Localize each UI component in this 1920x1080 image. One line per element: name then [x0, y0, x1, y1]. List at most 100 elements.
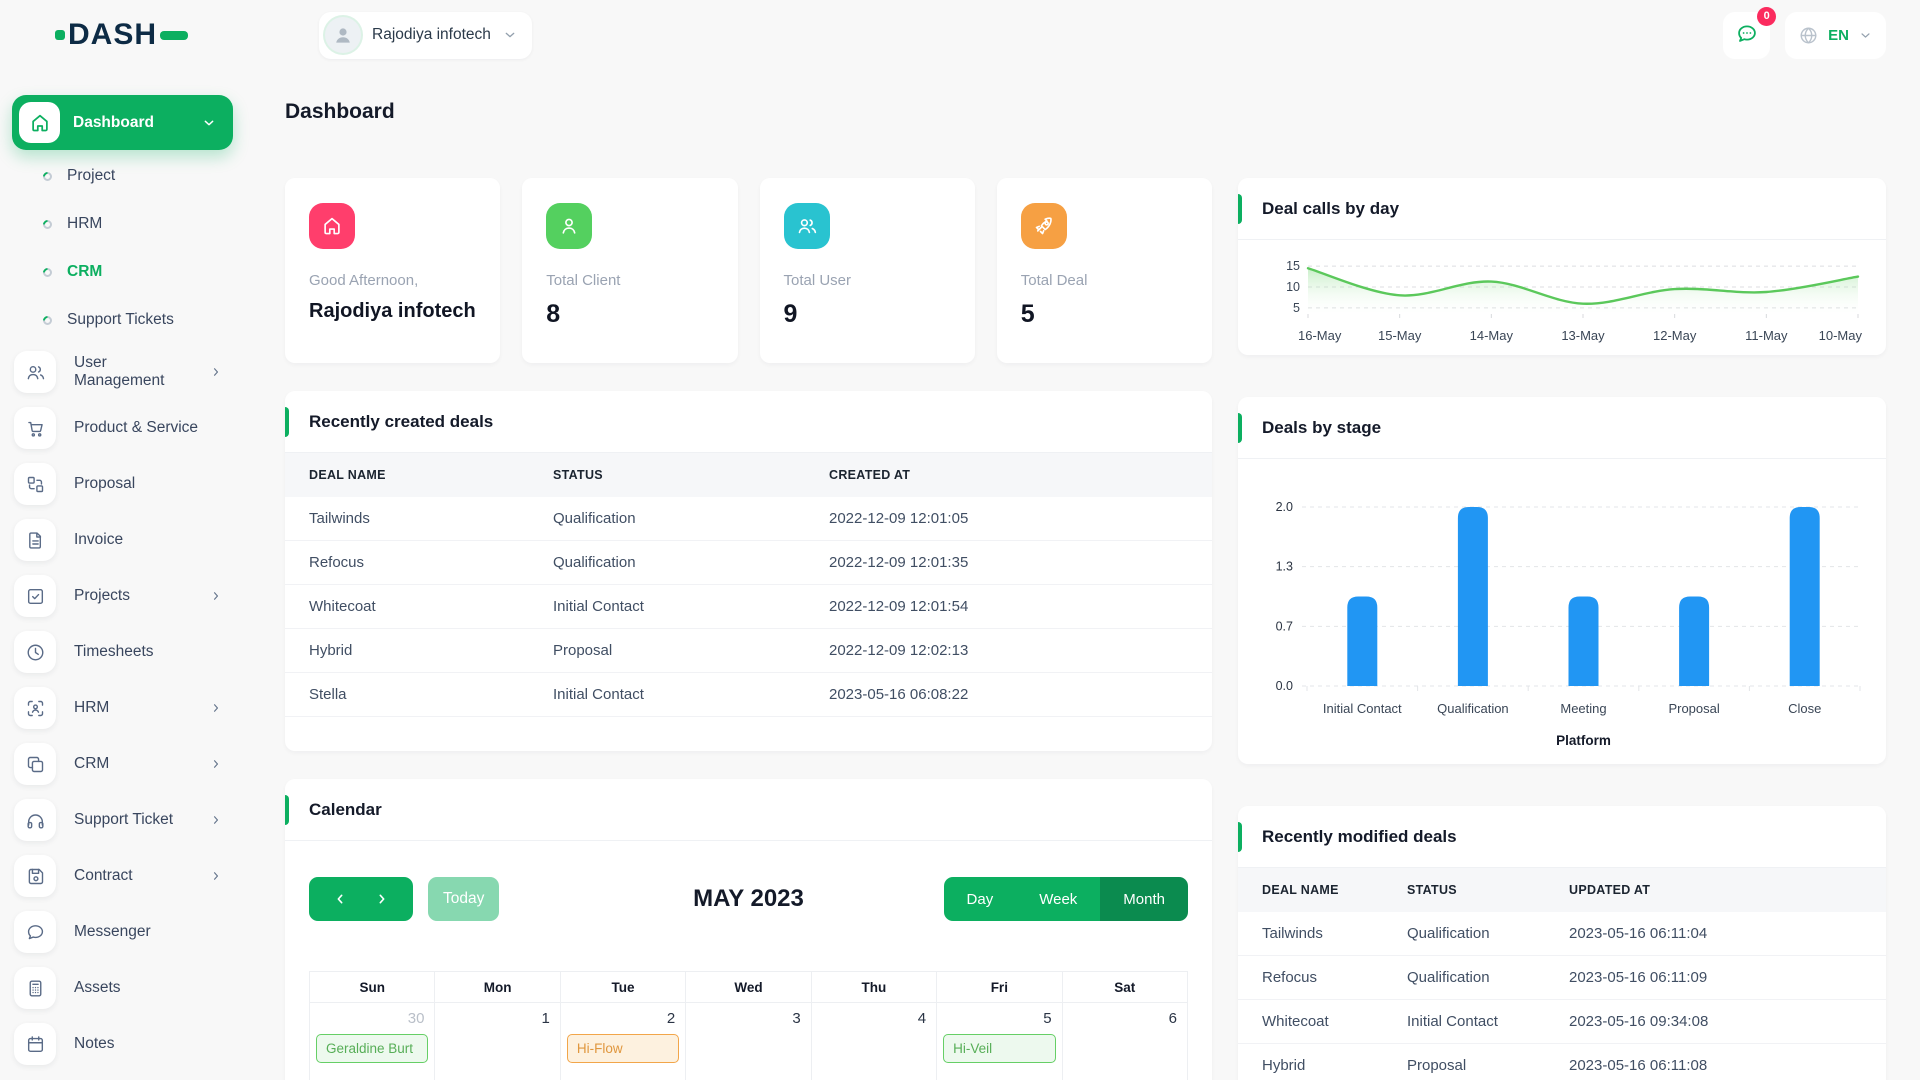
chat-dots-icon	[1737, 25, 1756, 42]
stat-card: Total Client 8	[522, 178, 738, 363]
rocket-icon	[1035, 217, 1052, 235]
calendar-next-button[interactable]	[372, 889, 392, 909]
table-cell: Refocus	[1238, 955, 1383, 1000]
calendar-day-cell[interactable]: 5 Hi-Veil	[936, 1002, 1063, 1080]
sidebar-item-dashboard[interactable]: Dashboard	[12, 95, 233, 150]
table-cell: Refocus	[285, 540, 529, 585]
sidebar-item-invoice[interactable]: Invoice	[12, 512, 233, 568]
app-root: DASH Rajodiya infotech 0 EN Dashboard Pr…	[0, 0, 1920, 1080]
chevron-right-icon	[213, 592, 219, 600]
sidebar-item-label: Project	[67, 167, 116, 184]
svg-text:14-May: 14-May	[1470, 328, 1514, 343]
calendar-event[interactable]: Hi-Flow	[566, 1034, 680, 1063]
calendar-day-number: 3	[792, 1010, 801, 1027]
chevron-left-icon	[337, 894, 343, 904]
svg-text:Meeting: Meeting	[1560, 701, 1606, 716]
calendar-controls: Today MAY 2023 Day Week Month	[309, 877, 1188, 921]
sidebar-item-user-management[interactable]: User Management	[12, 344, 233, 400]
svg-text:2.0: 2.0	[1276, 500, 1293, 514]
bullet-icon	[41, 169, 54, 183]
recently-modified-title: Recently modified deals	[1262, 826, 1457, 846]
svg-text:1.3: 1.3	[1276, 560, 1293, 574]
language-selector[interactable]: EN	[1785, 11, 1886, 59]
sidebar-item-notes[interactable]: Notes	[12, 1016, 233, 1072]
home-icon	[324, 217, 340, 235]
users-icon	[798, 219, 816, 234]
main-content: Dashboard Good Afternoon, Rajodiya infote…	[245, 70, 1920, 1080]
globe-icon	[1800, 27, 1817, 43]
sidebar-item-crm[interactable]: CRM	[12, 248, 233, 296]
stat-card-value: 9	[783, 300, 798, 328]
sidebar-item-support-ticket[interactable]: Support Ticket	[12, 792, 233, 848]
calendar-view-day[interactable]: Day	[943, 877, 1017, 921]
table-cell: Hybrid	[285, 628, 529, 673]
stat-card-value: 8	[546, 300, 561, 328]
recently-created-title: Recently created deals	[309, 411, 494, 431]
sidebar-item-support-tickets[interactable]: Support Tickets	[12, 296, 233, 344]
logo[interactable]: DASH	[55, 18, 233, 52]
calendar-view-week[interactable]: Week	[1016, 877, 1101, 921]
svg-text:11-May: 11-May	[1745, 328, 1788, 343]
column-header: DEAL NAME	[285, 453, 529, 497]
calendar-event[interactable]: Hi-Veil	[943, 1034, 1056, 1063]
company-selector[interactable]: Rajodiya infotech	[319, 11, 532, 59]
chevron-down-icon	[1861, 32, 1870, 38]
sidebar-item-label: Support Ticket	[74, 811, 174, 828]
svg-text:10: 10	[1286, 280, 1300, 294]
calendar-prev-button[interactable]	[330, 889, 350, 909]
chevron-right-icon	[213, 704, 219, 712]
chevron-right-icon	[213, 368, 219, 376]
column-header: STATUS	[1383, 868, 1545, 912]
table-cell: 2023-05-16 06:11:04	[1545, 912, 1886, 956]
sidebar-item-label: Messenger	[74, 923, 151, 940]
sidebar-item-label: HRM	[67, 215, 103, 232]
sidebar-item-messenger[interactable]: Messenger	[12, 904, 233, 960]
svg-text:13-May: 13-May	[1561, 328, 1605, 343]
sidebar-item-label: User Management	[74, 354, 165, 389]
check-square-icon	[27, 588, 43, 604]
calendar-nav-group	[309, 877, 413, 921]
bar-proposal	[1679, 596, 1710, 686]
sidebar-item-timesheets[interactable]: Timesheets	[12, 624, 233, 680]
calendar-day-cell[interactable]: 4	[810, 1002, 938, 1080]
sidebar-item-projects[interactable]: Projects	[12, 568, 233, 624]
calendar-title: Calendar	[309, 799, 382, 819]
table-cell: Initial Contact	[529, 672, 805, 717]
chevron-right-icon	[213, 760, 219, 768]
sidebar-item-proposal[interactable]: Proposal	[12, 456, 233, 512]
calendar-day-cell[interactable]: 3	[685, 1002, 812, 1080]
accent-bar	[1238, 194, 1242, 224]
sidebar-item-product-service[interactable]: Product & Service	[12, 400, 233, 456]
stat-card-label: Total Client	[546, 272, 621, 289]
table-cell: 2023-05-16 09:34:08	[1545, 999, 1886, 1044]
chat-button[interactable]: 0	[1723, 6, 1777, 59]
bullet-icon	[41, 313, 54, 327]
deal-calls-chart: 15 10 5 16-May 15-May 14-May 13-May 12-May 11-Ma…	[1238, 240, 1886, 355]
calendar-day-cell[interactable]: 6	[1061, 1002, 1189, 1080]
calendar-day-header: Thu	[810, 971, 938, 1003]
calendar-today-button[interactable]: Today	[428, 877, 500, 921]
svg-text:5: 5	[1293, 301, 1300, 315]
chat-badge: 0	[1757, 6, 1777, 26]
sidebar-item-label: CRM	[67, 263, 103, 280]
calendar-day-cell[interactable]: 1	[434, 1002, 561, 1080]
table-cell: Initial Contact	[1383, 999, 1545, 1044]
sidebar-item-hrm[interactable]: HRM	[12, 680, 233, 736]
sidebar-item-contract[interactable]: Contract	[12, 848, 233, 904]
table-cell: Qualification	[529, 540, 805, 585]
calendar-day-cell[interactable]: 2 Hi-Flow	[559, 1002, 687, 1080]
layout-icon	[27, 756, 43, 772]
sidebar-item-project[interactable]: Project	[12, 152, 233, 200]
bar-close	[1789, 507, 1820, 686]
sidebar-item-crm[interactable]: CRM	[12, 736, 233, 792]
table-cell: Proposal	[529, 628, 805, 673]
calendar-day-cell[interactable]: 30 Geraldine Burt	[308, 1002, 436, 1080]
sidebar-item-assets[interactable]: Assets	[12, 960, 233, 1016]
sidebar-item-hrm[interactable]: HRM	[12, 200, 233, 248]
table-cell: Qualification	[1383, 955, 1545, 1000]
calendar-view-month[interactable]: Month	[1100, 877, 1188, 921]
recently-created-table: DEAL NAME STATUS CREATED AT Tailwinds Qualif…	[285, 453, 1212, 717]
deals-by-stage-chart: 0.0 0.7 1.3 2.0 Initial Contact Qualification…	[1238, 459, 1886, 764]
calendar-event[interactable]: Geraldine Burt	[316, 1034, 429, 1063]
area-chart: 15 10 5 16-May 15-May 14-May 13-May 12-May 11-Ma…	[1286, 259, 1862, 343]
